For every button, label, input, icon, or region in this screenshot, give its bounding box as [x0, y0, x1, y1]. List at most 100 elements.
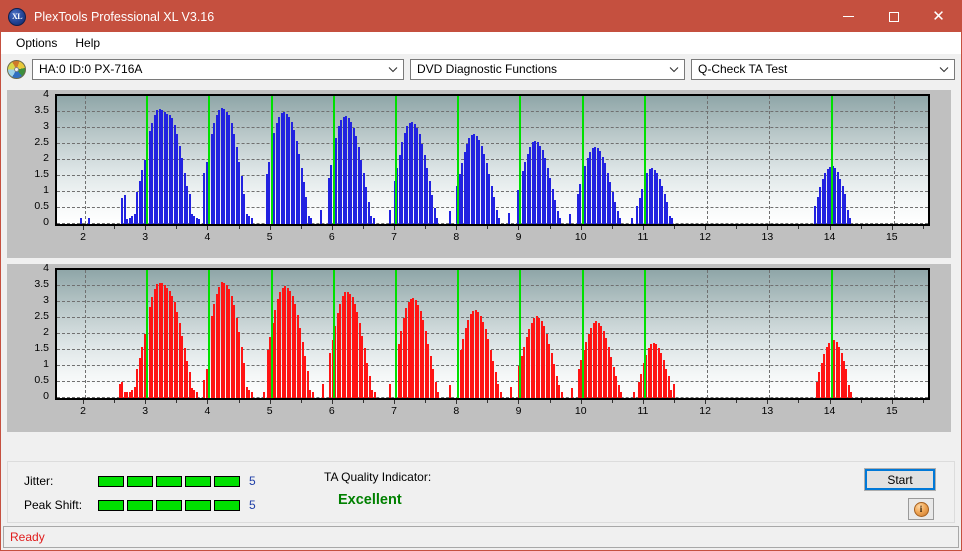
sector-marker-line [830, 96, 833, 224]
led-segment [156, 499, 182, 511]
minimize-button[interactable] [826, 1, 871, 32]
function-select[interactable]: DVD Diagnostic Functions [410, 58, 685, 80]
sector-marker-line [395, 270, 398, 398]
y-tick-label: 2.5 [34, 135, 49, 148]
chart-bar [509, 386, 512, 398]
x-tick-label: 8 [453, 231, 460, 243]
led-segment [127, 475, 153, 487]
chart-bar [498, 217, 501, 224]
minimize-icon [843, 16, 854, 17]
x-tick-label: 4 [204, 231, 211, 243]
sector-marker-line [830, 270, 833, 398]
xl-logo-icon: XL [8, 7, 26, 26]
maximize-button[interactable] [871, 1, 916, 32]
chart-bar [508, 212, 511, 224]
sector-marker-line [146, 270, 149, 398]
x-tick-label: 15 [885, 405, 898, 417]
x-tick [456, 400, 458, 404]
x-tick-minor [736, 400, 738, 403]
chart-bar [620, 391, 623, 398]
x-tick-minor [798, 400, 800, 403]
x-tick [269, 226, 271, 230]
menu-bar: Options Help [1, 32, 961, 54]
y-tick-label: 4 [43, 87, 49, 100]
sector-marker-line [643, 270, 646, 398]
x-tick-label: 12 [699, 231, 711, 243]
x-tick-label: 9 [515, 231, 522, 243]
y-tick-label: 1.5 [34, 341, 49, 354]
x-tick-minor [114, 226, 116, 229]
menu-item-help[interactable]: Help [66, 34, 109, 52]
x-tick-label: 3 [142, 231, 149, 243]
x-tick-minor [238, 400, 240, 403]
y-tick-label: 3.5 [34, 103, 49, 116]
led-segment [185, 475, 211, 487]
led-segment [156, 475, 182, 487]
chevron-down-icon [939, 65, 949, 74]
x-tick [891, 400, 893, 404]
plot-area-lower [55, 268, 930, 400]
y-tick-label: 2.5 [34, 309, 49, 322]
x-tick [394, 400, 396, 404]
x-tick [891, 226, 893, 230]
x-tick-minor [487, 226, 489, 229]
sector-marker-line [519, 96, 522, 224]
x-tick [580, 400, 582, 404]
chart-bar [321, 383, 324, 398]
chart-bar [320, 209, 323, 224]
x-tick-label: 15 [885, 231, 898, 243]
drive-select[interactable]: HA:0 ID:0 PX-716A [32, 58, 404, 80]
sector-marker-line [457, 270, 460, 398]
x-tick-label: 2 [80, 231, 86, 243]
sector-marker-line [270, 270, 273, 398]
jitter-led-strip [98, 475, 240, 487]
peak-shift-row: Peak Shift: 5 [24, 498, 256, 512]
y-tick-label: 0 [43, 389, 49, 402]
x-tick-minor [549, 400, 551, 403]
x-tick [269, 400, 271, 404]
x-tick-label: 4 [204, 405, 211, 417]
grid-line-horizontal [57, 111, 928, 112]
x-tick [331, 226, 333, 230]
selector-toolbar: HA:0 ID:0 PX-716A DVD Diagnostic Functio… [1, 54, 961, 84]
x-axis-lower: 2 3 4 5 6 7 8 9 10 11 12 13 14 15 [55, 400, 930, 426]
sector-marker-line [643, 96, 646, 224]
chart-bar [850, 391, 853, 398]
x-tick-label: 5 [266, 405, 273, 417]
chart-bar [631, 217, 634, 224]
chart-bar [448, 385, 451, 398]
x-tick-label: 10 [574, 231, 587, 243]
disc-drive-icon [7, 59, 26, 79]
chart-bar [388, 209, 391, 224]
x-tick [518, 400, 520, 404]
test-select[interactable]: Q-Check TA Test [691, 58, 955, 80]
x-tick-minor [238, 226, 240, 229]
ta-quality-label: TA Quality Indicator: [324, 470, 432, 484]
led-segment [98, 499, 124, 511]
y-tick-label: 3 [43, 119, 49, 132]
x-tick [207, 400, 209, 404]
x-tick-minor [176, 400, 178, 403]
chart-bar [388, 383, 391, 398]
chart-bar [672, 383, 675, 398]
menu-item-options[interactable]: Options [7, 34, 66, 52]
grid-line-vertical [84, 96, 86, 224]
x-tick-minor [114, 400, 116, 403]
jitter-value: 5 [249, 474, 256, 488]
x-tick [642, 400, 644, 404]
grid-line-horizontal [57, 95, 928, 96]
sector-marker-line [581, 96, 584, 224]
chart-bar [436, 217, 439, 224]
x-tick-label: 14 [823, 231, 836, 243]
y-tick-label: 1.5 [34, 167, 49, 180]
info-button[interactable]: i [908, 498, 934, 520]
chart-bar [569, 214, 572, 224]
status-bar: Ready [3, 526, 959, 548]
x-tick [580, 226, 582, 230]
chart-bar [632, 391, 635, 398]
close-button[interactable]: ✕ [916, 1, 961, 32]
x-tick [642, 226, 644, 230]
x-tick [829, 226, 831, 230]
chart-bar [671, 217, 674, 224]
start-button[interactable]: Start [864, 468, 936, 491]
